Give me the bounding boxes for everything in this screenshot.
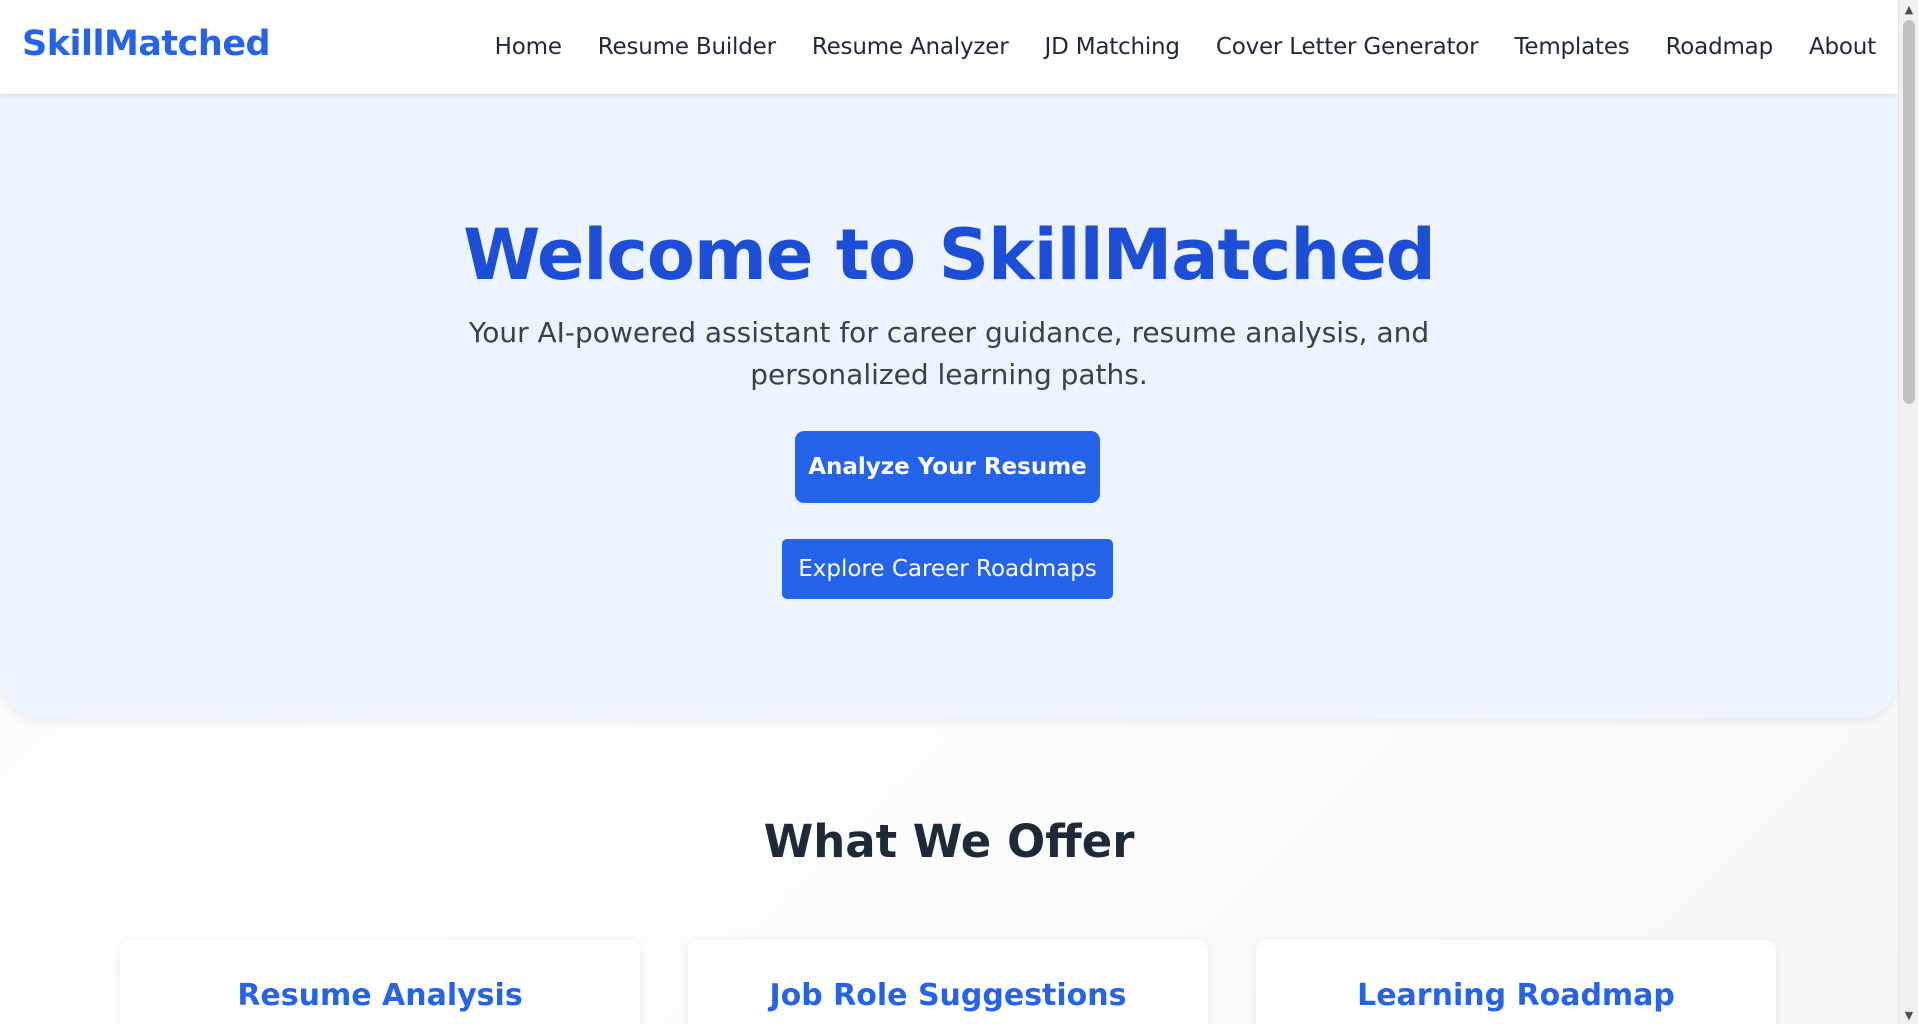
offer-card-title: Job Role Suggestions [769, 978, 1127, 1013]
navbar: SkillMatched Home Resume Builder Resume … [0, 0, 1898, 94]
offer-section-title: What We Offer [763, 815, 1135, 868]
hero-section: Welcome to SkillMatched Your AI-powered … [0, 94, 1898, 718]
hero-subtitle: Your AI-powered assistant for career gui… [468, 316, 1430, 391]
nav-link-resume-analyzer[interactable]: Resume Analyzer [812, 34, 1009, 60]
scrollbar-thumb[interactable] [1903, 20, 1915, 404]
vertical-scrollbar[interactable]: ▲ ▼ [1898, 0, 1918, 1024]
explore-roadmaps-button[interactable]: Explore Career Roadmaps [782, 539, 1113, 599]
offer-card-title: Learning Roadmap [1357, 978, 1675, 1013]
nav-links: Home Resume Builder Resume Analyzer JD M… [495, 0, 1877, 94]
nav-link-jd-matching[interactable]: JD Matching [1044, 34, 1180, 60]
nav-link-roadmap[interactable]: Roadmap [1666, 34, 1774, 60]
nav-link-home[interactable]: Home [495, 34, 562, 60]
offer-card-resume-analysis: Resume Analysis [120, 940, 640, 1024]
nav-link-cover-letter-generator[interactable]: Cover Letter Generator [1216, 34, 1479, 60]
scroll-up-icon[interactable]: ▲ [1899, 0, 1918, 18]
offer-card-title: Resume Analysis [237, 978, 523, 1013]
scroll-down-icon[interactable]: ▼ [1899, 1006, 1918, 1024]
analyze-resume-button[interactable]: Analyze Your Resume [795, 431, 1100, 503]
offer-card-learning-roadmap: Learning Roadmap [1256, 940, 1776, 1024]
hero-title: Welcome to SkillMatched [463, 214, 1436, 296]
nav-link-about[interactable]: About [1809, 34, 1876, 60]
offer-card-job-role-suggestions: Job Role Suggestions [688, 940, 1208, 1024]
page: SkillMatched Home Resume Builder Resume … [0, 0, 1898, 1024]
brand-logo[interactable]: SkillMatched [22, 24, 271, 64]
nav-link-templates[interactable]: Templates [1514, 34, 1629, 60]
nav-link-resume-builder[interactable]: Resume Builder [598, 34, 776, 60]
